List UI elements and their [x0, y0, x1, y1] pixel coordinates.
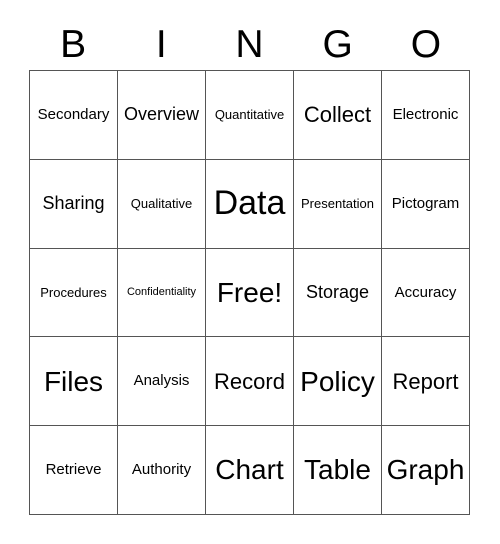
bingo-row: Procedures Confidentiality Free! Storage… [30, 248, 470, 338]
bingo-cell[interactable]: Qualitative [118, 159, 206, 249]
bingo-cell[interactable]: Report [382, 337, 470, 427]
bingo-cell[interactable]: Table [294, 426, 382, 515]
bingo-cell[interactable]: Secondary [30, 71, 118, 160]
bingo-cell[interactable]: Graph [382, 426, 470, 515]
bingo-cell[interactable]: Procedures [30, 248, 118, 338]
bingo-cell[interactable]: Overview [118, 71, 206, 160]
bingo-cell-free[interactable]: Free! [206, 248, 294, 338]
header-letter-b: B [60, 22, 87, 66]
bingo-cell[interactable]: Presentation [294, 159, 382, 249]
bingo-row: Sharing Qualitative Data Presentation Pi… [30, 159, 470, 249]
bingo-header: B I N G O [29, 18, 470, 70]
bingo-cell[interactable]: Sharing [30, 159, 118, 249]
bingo-cell[interactable]: Collect [294, 71, 382, 160]
bingo-row: Files Analysis Record Policy Report [30, 337, 470, 427]
bingo-cell[interactable]: Storage [294, 248, 382, 338]
bingo-cell[interactable]: Policy [294, 337, 382, 427]
bingo-cell[interactable]: Retrieve [30, 426, 118, 515]
bingo-cell[interactable]: Authority [118, 426, 206, 515]
bingo-cell[interactable]: Analysis [118, 337, 206, 427]
header-letter-n: N [235, 22, 264, 66]
bingo-grid: Secondary Overview Quantitative Collect … [29, 70, 470, 515]
bingo-card: B I N G O Secondary Overview Quantitativ… [0, 0, 500, 544]
header-letter-g: G [322, 22, 353, 66]
header-letter-i: I [155, 22, 167, 66]
bingo-cell[interactable]: Data [206, 159, 294, 249]
bingo-cell[interactable]: Record [206, 337, 294, 427]
header-letter-o: O [410, 22, 442, 66]
bingo-row: Retrieve Authority Chart Table Graph [30, 426, 470, 515]
bingo-cell[interactable]: Electronic [382, 71, 470, 160]
bingo-cell[interactable]: Accuracy [382, 248, 470, 338]
bingo-cell[interactable]: Pictogram [382, 159, 470, 249]
bingo-cell[interactable]: Confidentiality [118, 248, 206, 338]
bingo-cell[interactable]: Quantitative [206, 71, 294, 160]
bingo-cell[interactable]: Chart [206, 426, 294, 515]
bingo-cell[interactable]: Files [30, 337, 118, 427]
bingo-row: Secondary Overview Quantitative Collect … [30, 71, 470, 160]
